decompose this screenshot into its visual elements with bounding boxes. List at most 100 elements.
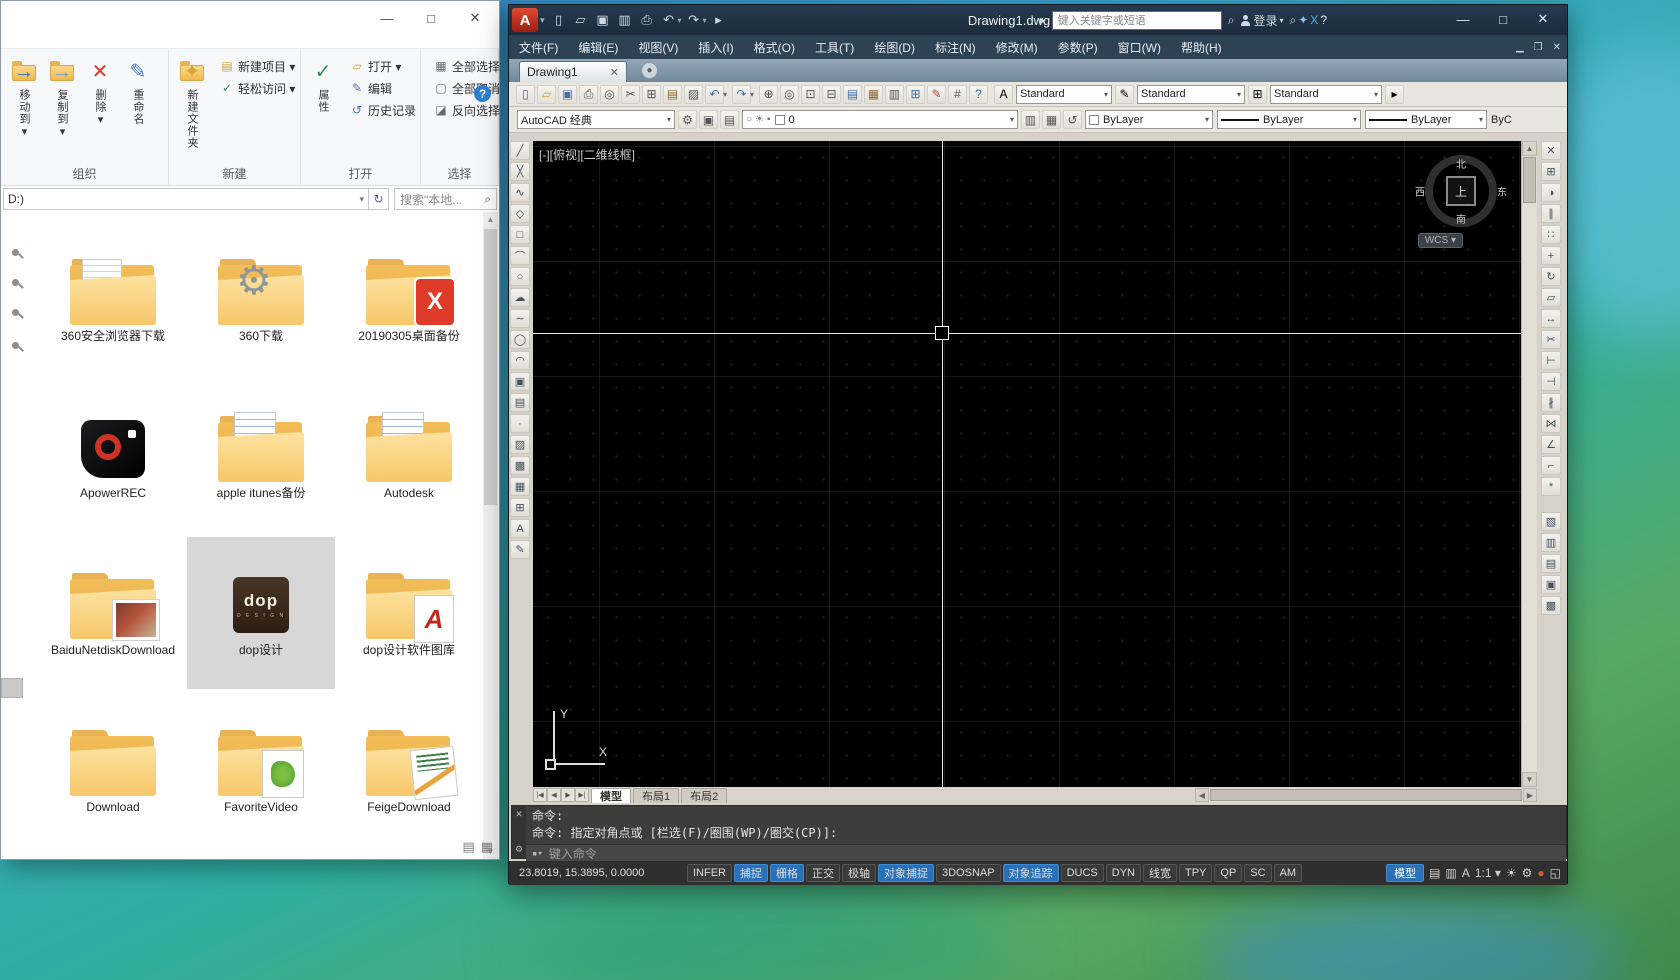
tab-nav-button[interactable]: ◀ xyxy=(547,788,561,802)
toolbar-button[interactable]: ◎ xyxy=(780,85,799,104)
draw-tool-button[interactable]: ⌒ xyxy=(510,246,530,265)
canvas-vscrollbar[interactable]: ▲ ▼ xyxy=(1521,141,1537,787)
ribbon-small-button[interactable]: ✓轻松访问 ▾ xyxy=(215,77,299,99)
qat-button[interactable]: ⎙ xyxy=(637,10,657,30)
search-icon[interactable]: ⌕ xyxy=(1228,13,1235,28)
status-model-button[interactable]: 模型 xyxy=(1386,864,1424,882)
qat-button[interactable]: ▸ xyxy=(709,10,729,30)
toolbar-button[interactable]: ⚙ xyxy=(678,110,697,129)
toolbar-button[interactable]: ▤ xyxy=(843,85,862,104)
pin-icon[interactable] xyxy=(11,341,23,353)
sign-in[interactable]: 登录 ▾ xyxy=(1240,12,1283,29)
qat-button[interactable]: ▯ xyxy=(549,10,569,30)
tab-nav-button[interactable]: ▶ xyxy=(561,788,575,802)
toolbar-button[interactable]: ▤ xyxy=(720,110,739,129)
drawing-canvas[interactable]: [-][俯视][二维线框] 上 北 南 西 东 WCS ▾ Y X xyxy=(533,141,1521,787)
file-item[interactable]: dopD E S I G Ndop设计 xyxy=(187,537,335,689)
status-toggle[interactable]: DYN xyxy=(1106,864,1141,882)
modify-tool-button[interactable]: ✂ xyxy=(1541,330,1561,349)
status-icon[interactable]: ▥ xyxy=(1445,866,1456,880)
file-item[interactable]: FeigeDownload xyxy=(335,694,483,846)
ribbon-button[interactable]: →移动到▾ xyxy=(6,55,42,141)
coordinates-readout[interactable]: 23.8019, 15.3895, 0.0000 xyxy=(519,867,687,879)
status-icon[interactable]: ⚙ xyxy=(1522,866,1533,880)
chevron-down-icon[interactable]: ▾ xyxy=(678,16,682,25)
qat-button[interactable]: ↷ xyxy=(684,10,704,30)
tab-nav-button[interactable]: |◀ xyxy=(533,788,547,802)
status-icon[interactable]: ▤ xyxy=(1429,866,1440,880)
scrollbar[interactable]: ▲ ▼ xyxy=(483,212,498,859)
lineweight-combo[interactable]: ByLayer▾ xyxy=(1365,110,1487,129)
modify-tool-button[interactable]: ⌐ xyxy=(1541,456,1561,475)
draw-tool-button[interactable]: ⊞ xyxy=(510,498,530,517)
toolbar-button[interactable]: ⊡ xyxy=(801,85,820,104)
modify-tool-button[interactable]: ↔ xyxy=(1541,309,1561,328)
ribbon-button[interactable]: →复制到▾ xyxy=(44,55,80,141)
file-item[interactable]: Autodesk xyxy=(335,380,483,532)
close-button[interactable]: ✕ xyxy=(453,3,497,33)
chevron-down-icon[interactable]: ▾ xyxy=(540,15,545,26)
toolbar-button[interactable]: ⊕ xyxy=(759,85,778,104)
viewcube-compass[interactable]: 上 北 南 西 东 xyxy=(1425,155,1497,227)
modify-tool-button[interactable]: + xyxy=(1541,246,1561,265)
wcs-badge[interactable]: WCS ▾ xyxy=(1418,233,1463,248)
toolbar-button[interactable]: ▥ xyxy=(1021,110,1040,129)
tab-close-icon[interactable]: ✕ xyxy=(610,66,619,79)
close-button[interactable]: ✕ xyxy=(1523,5,1563,33)
toolbar-more-icon[interactable]: ▸ xyxy=(1385,85,1404,104)
status-toggle[interactable]: QP xyxy=(1214,864,1242,882)
qat-button[interactable]: ▱ xyxy=(571,10,591,30)
file-item[interactable]: apple itunes备份 xyxy=(187,380,335,532)
order-tool-button[interactable]: ▧ xyxy=(1541,512,1561,531)
ribbon-button[interactable]: ✓属性 xyxy=(306,55,340,115)
draw-tool-button[interactable]: ◠ xyxy=(510,351,530,370)
dim-style-combo[interactable]: Standard▾ xyxy=(1137,85,1245,104)
toolbar-button[interactable]: ? xyxy=(969,85,988,104)
infocenter-icon[interactable]: X xyxy=(1310,13,1318,27)
qat-button[interactable]: ▥ xyxy=(615,10,635,30)
menu-item[interactable]: 标注(N) xyxy=(925,35,986,59)
menu-item[interactable]: 帮助(H) xyxy=(1171,35,1232,59)
status-toggle[interactable]: 捕捉 xyxy=(734,864,768,882)
status-toggle[interactable]: TPY xyxy=(1179,864,1212,882)
thumbnail-view-icon[interactable]: ▦ xyxy=(481,839,493,855)
tab-nav-button[interactable]: ▶| xyxy=(575,788,589,802)
file-item[interactable]: ApowerREC xyxy=(39,380,187,532)
modify-tool-button[interactable]: ∥ xyxy=(1541,204,1561,223)
file-item[interactable]: Adop设计软件图库 xyxy=(335,537,483,689)
draw-tool-button[interactable]: ✎ xyxy=(510,540,530,559)
pin-icon[interactable] xyxy=(11,278,23,290)
menu-item[interactable]: 工具(T) xyxy=(805,35,864,59)
file-item[interactable]: FavoriteVideo xyxy=(187,694,335,846)
doc-window-control-icon[interactable]: ▁ xyxy=(1516,42,1524,53)
toolbar-button[interactable]: ↺ xyxy=(1063,110,1082,129)
file-item[interactable]: Download xyxy=(39,694,187,846)
modify-tool-button[interactable]: ∦ xyxy=(1541,393,1561,412)
modify-tool-button[interactable]: ↻ xyxy=(1541,267,1561,286)
plotstyle-combo[interactable]: ByC xyxy=(1491,114,1512,126)
order-tool-button[interactable]: ▥ xyxy=(1541,533,1561,552)
wrench-icon[interactable]: ⚙ xyxy=(515,844,523,855)
ribbon-small-button[interactable]: ✎编辑 xyxy=(345,77,420,99)
scroll-thumb[interactable] xyxy=(1523,157,1536,203)
modify-tool-button[interactable]: * xyxy=(1541,477,1561,496)
infocenter-icon[interactable]: ⌕ xyxy=(1290,13,1297,28)
table-style-icon[interactable]: ⊞ xyxy=(1248,85,1267,104)
draw-tool-button[interactable]: A xyxy=(510,519,530,538)
toolbar-button[interactable]: # xyxy=(948,85,967,104)
order-tool-button[interactable]: ▤ xyxy=(1541,554,1561,573)
doc-window-control-icon[interactable]: ✕ xyxy=(1553,42,1561,53)
toolbar-button[interactable]: ▱ xyxy=(537,85,556,104)
scroll-thumb[interactable] xyxy=(1210,789,1522,801)
scroll-thumb[interactable] xyxy=(484,229,497,505)
infocenter-icon[interactable]: ✦ xyxy=(1298,13,1308,27)
ribbon-small-button[interactable]: ↺历史记录 xyxy=(345,99,420,121)
toolbar-button[interactable]: ◎ xyxy=(600,85,619,104)
modify-tool-button[interactable]: ◑ xyxy=(1541,183,1561,202)
toolbar-button[interactable]: ✎ xyxy=(927,85,946,104)
modify-tool-button[interactable]: ⊞ xyxy=(1541,162,1561,181)
ribbon-small-button[interactable]: ▱打开 ▾ xyxy=(345,55,420,77)
linetype-combo[interactable]: ByLayer▾ xyxy=(1217,110,1361,129)
scroll-left-icon[interactable]: ◀ xyxy=(1195,788,1209,802)
layout-tab[interactable]: 布局1 xyxy=(633,788,679,803)
